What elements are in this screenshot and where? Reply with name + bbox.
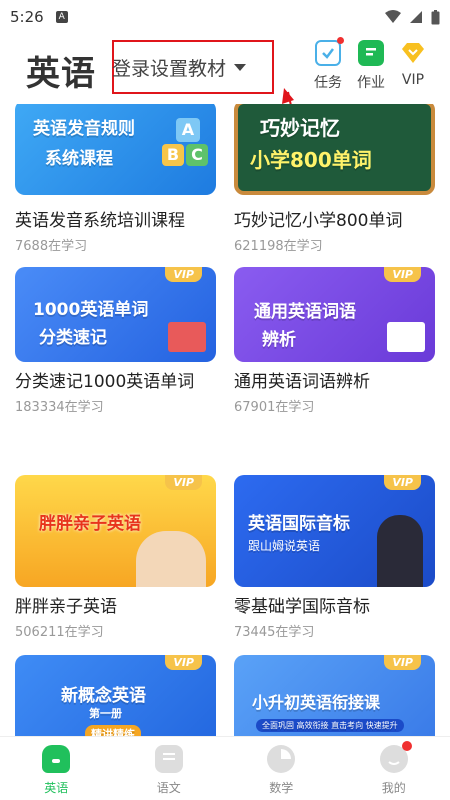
- home-icon: [42, 745, 71, 773]
- course-thumbnail: 巧妙记忆 小学800单词: [234, 104, 435, 195]
- thumbnail-title: 通用英语词语: [254, 302, 356, 322]
- course-thumbnail: 英语发音规则 系统课程 A B C: [15, 104, 216, 195]
- thumbnail-title: 1000英语单词: [33, 300, 149, 320]
- thumbnail-title: 巧妙记忆: [260, 116, 340, 140]
- nav-chinese[interactable]: 语文: [113, 737, 226, 800]
- course-thumbnail: VIP 小升初英语衔接课 全面巩固 高效衔接 直击考向 快速提升: [234, 655, 435, 736]
- homework-label: 作业: [357, 75, 385, 91]
- course-thumbnail: VIP 通用英语词语 辨析: [234, 267, 435, 362]
- thumbnail-tag: 精讲精练: [85, 725, 141, 736]
- nav-english-label: 英语: [44, 781, 69, 795]
- top-header: 英语 登录设置教材 任务 作业 VIP: [0, 34, 450, 104]
- course-name: 巧妙记忆小学800单词: [234, 211, 403, 231]
- notification-dot: [401, 741, 412, 751]
- profile-icon: [379, 741, 412, 773]
- homework-button[interactable]: 作业: [351, 40, 391, 92]
- signal-icon: [410, 11, 422, 23]
- course-learner-count: 67901在学习: [234, 400, 315, 415]
- wifi-icon: [385, 10, 401, 23]
- vip-badge: VIP: [165, 475, 202, 490]
- parent-child-photo: [136, 531, 206, 587]
- course-card[interactable]: VIP 小升初英语衔接课 全面巩固 高效衔接 直击考向 快速提升: [234, 655, 435, 736]
- thumbnail-subtitle: 小学800单词: [250, 148, 372, 172]
- thumbnail-subtitle: 跟山姆说英语: [248, 539, 321, 553]
- task-icon: [315, 37, 344, 66]
- thumbnail-subtitle: 分类速记: [39, 328, 107, 348]
- thumbnail-title: 新概念英语: [61, 686, 146, 706]
- chinese-book-icon: [154, 745, 183, 773]
- nav-profile[interactable]: 我的: [338, 737, 450, 800]
- nav-math-label: 数学: [269, 781, 294, 795]
- thumbnail-title: 胖胖亲子英语: [39, 514, 141, 534]
- thumbnail-subtitle: 辨析: [262, 330, 296, 350]
- status-bar: 5:26 A: [0, 0, 450, 34]
- caret-down-icon: [234, 63, 247, 71]
- course-name: 胖胖亲子英语: [15, 597, 117, 617]
- course-name: 分类速记1000英语单词: [15, 372, 195, 392]
- course-card[interactable]: VIP 胖胖亲子英语 胖胖亲子英语 506211在学习: [15, 475, 216, 640]
- textbook-selector[interactable]: 登录设置教材: [112, 40, 274, 94]
- nav-chinese-label: 语文: [156, 781, 181, 795]
- course-thumbnail: VIP 英语国际音标 跟山姆说英语: [234, 475, 435, 587]
- course-name: 通用英语词语辨析: [234, 372, 370, 392]
- bottom-nav: 英语 语文 数学 我的: [0, 736, 450, 800]
- thumbnail-subtitle: 全面巩固 高效衔接 直击考向 快速提升: [256, 719, 404, 732]
- vip-badge: VIP: [384, 267, 421, 282]
- math-icon: [267, 745, 296, 773]
- vip-badge: VIP: [384, 475, 421, 490]
- status-time: 5:26: [10, 8, 44, 26]
- nav-english[interactable]: 英语: [0, 737, 113, 800]
- course-learner-count: 621198在学习: [234, 239, 323, 254]
- battery-icon: [431, 9, 440, 24]
- vip-button[interactable]: VIP: [393, 40, 433, 88]
- vip-label: VIP: [401, 72, 425, 88]
- book-icon: [168, 322, 206, 352]
- thumbnail-subtitle: 第一册: [89, 707, 122, 720]
- course-learner-count: 7688在学习: [15, 239, 88, 254]
- course-card[interactable]: VIP 通用英语词语 辨析 通用英语词语辨析 67901在学习: [234, 267, 435, 415]
- thumbnail-title: 英语国际音标: [248, 514, 350, 534]
- vip-badge: VIP: [165, 655, 202, 670]
- vip-diamond-icon: [400, 40, 426, 66]
- thumbnail-subtitle: 系统课程: [45, 149, 113, 169]
- vip-badge: VIP: [165, 267, 202, 282]
- course-learner-count: 183334在学习: [15, 400, 104, 415]
- course-card[interactable]: 英语发音规则 系统课程 A B C 英语发音系统培训课程 7688在学习: [15, 104, 216, 254]
- thumbnail-title: 英语发音规则: [33, 119, 135, 139]
- course-grid: 英语发音规则 系统课程 A B C 英语发音系统培训课程 7688在学习 巧妙记…: [0, 104, 450, 736]
- course-thumbnail: VIP 新概念英语 第一册 精讲精练: [15, 655, 216, 736]
- course-card[interactable]: VIP 新概念英语 第一册 精讲精练: [15, 655, 216, 736]
- thumbnail-title: 小升初英语衔接课: [252, 693, 381, 712]
- course-learner-count: 73445在学习: [234, 625, 315, 640]
- notification-a-icon: A: [55, 11, 68, 23]
- nav-profile-label: 我的: [381, 781, 406, 795]
- status-icons: [385, 9, 440, 25]
- course-card[interactable]: VIP 1000英语单词 分类速记 分类速记1000英语单词 183334在学习: [15, 267, 216, 415]
- course-name: 英语发音系统培训课程: [15, 211, 185, 231]
- course-card[interactable]: 巧妙记忆 小学800单词 巧妙记忆小学800单词 621198在学习: [234, 104, 435, 254]
- abc-blocks-icon: A B C: [162, 118, 208, 166]
- page-title: 英语: [26, 54, 96, 94]
- course-thumbnail: VIP 胖胖亲子英语: [15, 475, 216, 587]
- course-thumbnail: VIP 1000英语单词 分类速记: [15, 267, 216, 362]
- course-card[interactable]: VIP 英语国际音标 跟山姆说英语 零基础学国际音标 73445在学习: [234, 475, 435, 640]
- vip-badge: VIP: [384, 655, 421, 670]
- homework-icon: [358, 40, 384, 66]
- book-icon: [387, 322, 425, 352]
- textbook-selector-label: 登录设置教材: [112, 57, 227, 80]
- course-learner-count: 506211在学习: [15, 625, 104, 640]
- course-name: 零基础学国际音标: [234, 597, 370, 617]
- nav-math[interactable]: 数学: [225, 737, 338, 800]
- teacher-photo: [377, 515, 423, 587]
